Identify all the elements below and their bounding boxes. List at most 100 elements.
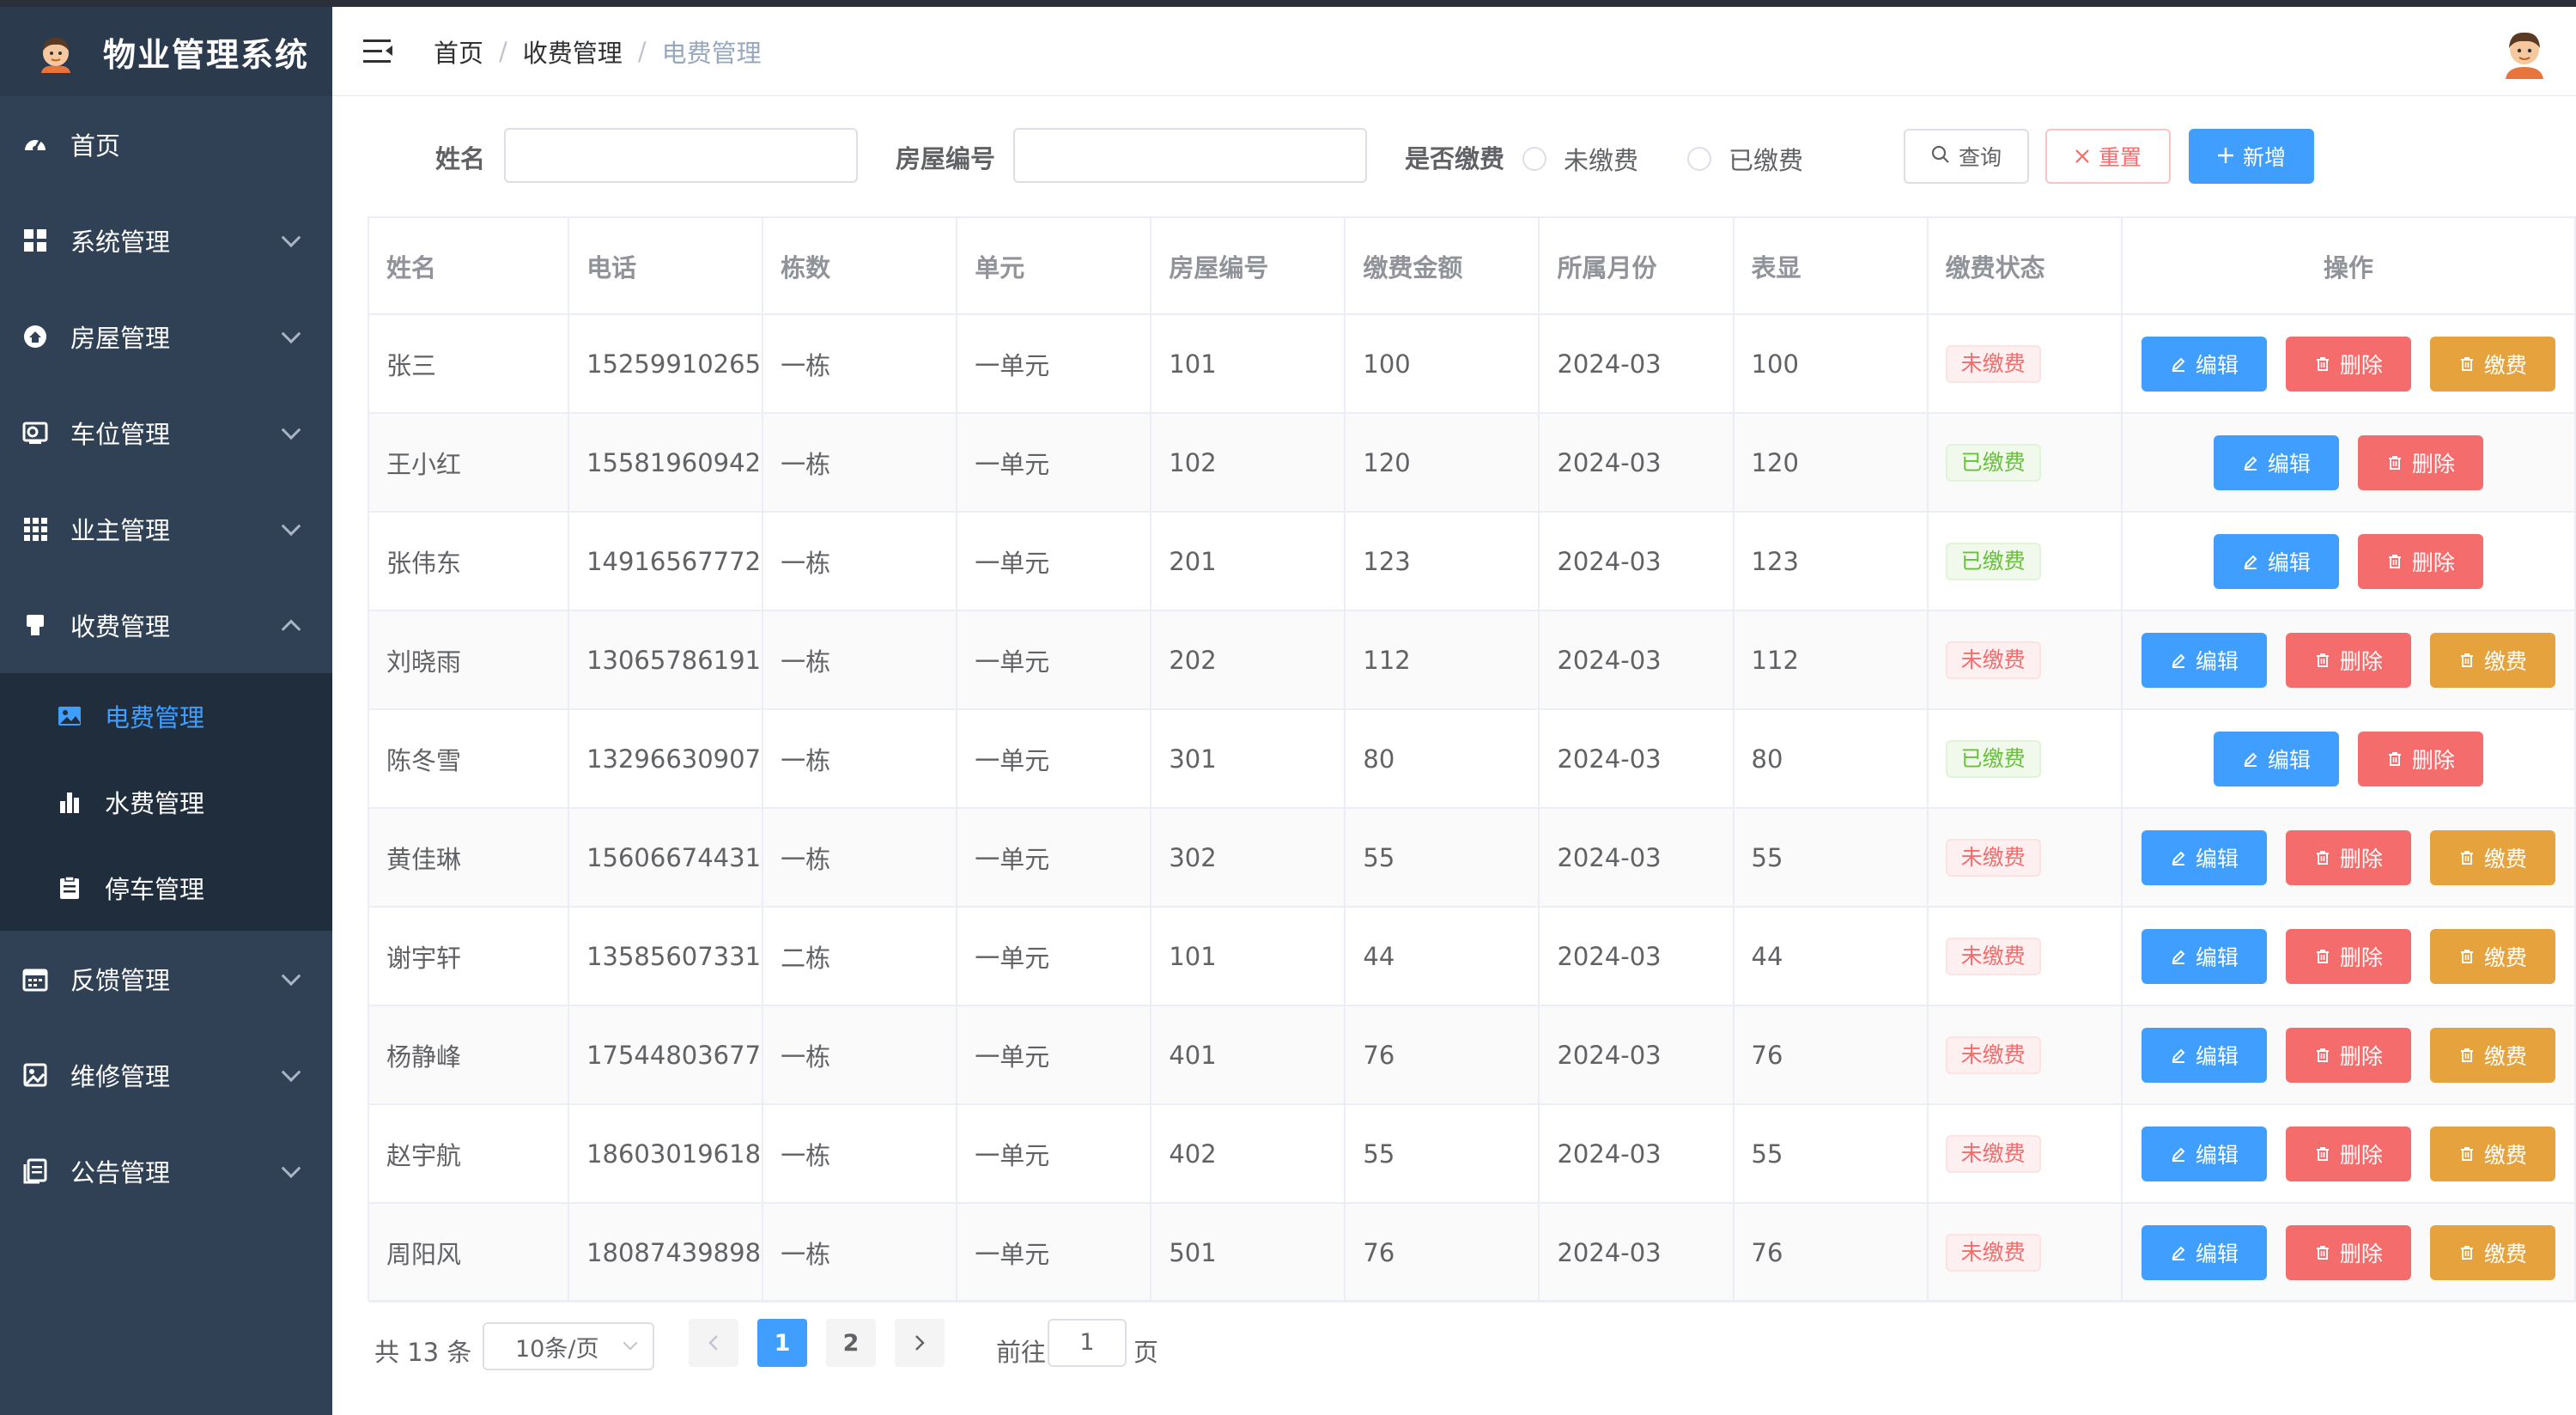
- pay-button-label: 缴费: [2483, 352, 2527, 378]
- pagination: 共 13 条 10条/页 1 2 前往 1 页: [368, 1300, 2576, 1415]
- breadcrumb-current: 电费管理: [661, 38, 762, 68]
- cell-status: 未缴费: [1927, 808, 2123, 908]
- house-input[interactable]: [1013, 128, 1367, 183]
- cell-actions: 编辑 删除: [2121, 512, 2576, 611]
- sidebar-item-repair[interactable]: 维修管理: [0, 1027, 332, 1123]
- pay-button[interactable]: 缴费: [2429, 1126, 2555, 1181]
- sidebar-item-label: 收费管理: [70, 612, 171, 641]
- edit-button-label: 编辑: [2267, 550, 2311, 575]
- table-row: 杨静峰 17544803677 一栋 一单元 401 76 2024-03 76 未缴费 编辑 删除…: [369, 1005, 2576, 1105]
- radio-paid[interactable]: 已缴费: [1687, 141, 1803, 177]
- sidebar-item-feedback[interactable]: 反馈管理: [0, 931, 332, 1027]
- pay-button[interactable]: 缴费: [2429, 928, 2555, 984]
- cell-unit: 一单元: [957, 512, 1152, 611]
- prev-page-button[interactable]: [689, 1319, 738, 1367]
- sidebar-item-home[interactable]: 首页: [0, 96, 332, 192]
- delete-button[interactable]: 删除: [2285, 829, 2411, 885]
- cell-name: 杨静峰: [369, 1005, 570, 1105]
- cell-meter: 100: [1733, 314, 1929, 414]
- sidebar-item-owner[interactable]: 业主管理: [0, 481, 332, 577]
- sidebar-item-parking[interactable]: 车位管理: [0, 385, 332, 481]
- edit-button[interactable]: 编辑: [2141, 1224, 2267, 1280]
- delete-button[interactable]: 删除: [2285, 1126, 2411, 1181]
- edit-icon: [2170, 948, 2187, 965]
- pay-button[interactable]: 缴费: [2429, 1224, 2555, 1280]
- sidebar-item-notice[interactable]: 公告管理: [0, 1123, 332, 1219]
- name-label: 姓名: [435, 144, 486, 173]
- edit-button[interactable]: 编辑: [2213, 434, 2339, 490]
- delete-button[interactable]: 删除: [2357, 731, 2483, 786]
- edit-button[interactable]: 编辑: [2141, 1027, 2267, 1083]
- page-button-2[interactable]: 2: [826, 1319, 876, 1367]
- delete-button[interactable]: 删除: [2285, 632, 2411, 688]
- page-size-select[interactable]: 10条/页: [483, 1322, 654, 1370]
- page-suffix: 页: [1133, 1338, 1159, 1367]
- pay-button[interactable]: 缴费: [2429, 829, 2555, 885]
- goto-page-input[interactable]: 1: [1048, 1319, 1127, 1367]
- edit-button[interactable]: 编辑: [2213, 533, 2339, 589]
- delete-button[interactable]: 删除: [2357, 533, 2483, 589]
- sidebar-item-label: 维修管理: [70, 1062, 171, 1091]
- breadcrumb-section[interactable]: 收费管理: [523, 33, 623, 70]
- breadcrumb-home[interactable]: 首页: [434, 33, 483, 70]
- cell-unit: 一单元: [957, 610, 1152, 710]
- chevron-down-icon: [281, 228, 301, 248]
- page-size-value: 10条/页: [515, 1335, 599, 1363]
- sidebar-item-house[interactable]: 房屋管理: [0, 288, 332, 385]
- menu-toggle-icon[interactable]: [363, 39, 394, 64]
- delete-button[interactable]: 删除: [2285, 1027, 2411, 1083]
- edit-button[interactable]: 编辑: [2213, 731, 2339, 786]
- cell-month: 2024-03: [1539, 314, 1735, 414]
- sidebar-item-billing[interactable]: 收费管理: [0, 577, 332, 673]
- cell-actions: 编辑 删除 缴费: [2121, 314, 2576, 414]
- delete-button[interactable]: 删除: [2357, 434, 2483, 490]
- edit-button[interactable]: 编辑: [2141, 632, 2267, 688]
- cell-meter: 55: [1733, 808, 1929, 908]
- cell-unit: 一单元: [957, 314, 1152, 414]
- pay-button[interactable]: 缴费: [2429, 336, 2555, 392]
- delete-button[interactable]: 删除: [2285, 928, 2411, 984]
- sidebar-item-electricity[interactable]: 电费管理: [0, 673, 332, 759]
- name-input[interactable]: [504, 128, 858, 183]
- sidebar-item-label: 停车管理: [105, 875, 205, 904]
- cell-amount: 55: [1345, 1104, 1540, 1204]
- cell-name: 张伟东: [369, 512, 570, 611]
- column-header: 表显: [1733, 218, 1929, 315]
- column-header: 栋数: [762, 218, 958, 315]
- cell-status: 已缴费: [1927, 413, 2123, 513]
- delete-button-label: 删除: [2339, 944, 2383, 970]
- cell-building: 一栋: [762, 1104, 958, 1204]
- next-page-button[interactable]: [895, 1319, 945, 1367]
- edit-button[interactable]: 编辑: [2141, 928, 2267, 984]
- cell-name: 张三: [369, 314, 570, 414]
- user-avatar-icon[interactable]: [2497, 24, 2552, 79]
- pay-button[interactable]: 缴费: [2429, 1027, 2555, 1083]
- page-button-1[interactable]: 1: [757, 1319, 807, 1367]
- edit-button[interactable]: 编辑: [2141, 1126, 2267, 1181]
- radio-unpaid[interactable]: 未缴费: [1522, 141, 1638, 177]
- picture-icon: [21, 1060, 50, 1090]
- pay-button[interactable]: 缴费: [2429, 632, 2555, 688]
- cell-name: 刘晓雨: [369, 610, 570, 710]
- add-button[interactable]: 新增: [2189, 129, 2314, 184]
- edit-button[interactable]: 编辑: [2141, 336, 2267, 392]
- sidebar-item-parking-fee[interactable]: 停车管理: [0, 845, 332, 931]
- delete-button-label: 删除: [2339, 1142, 2383, 1168]
- reset-button[interactable]: 重置: [2045, 129, 2171, 184]
- cell-phone: 13585607331: [568, 907, 764, 1006]
- brand[interactable]: 物业管理系统: [0, 7, 332, 96]
- pay-button-label: 缴费: [2483, 1241, 2527, 1266]
- radio-circle[interactable]: [1687, 147, 1711, 171]
- sidebar-item-system[interactable]: 系统管理: [0, 192, 332, 288]
- cell-amount: 123: [1345, 512, 1540, 611]
- delete-button-label: 删除: [2339, 1043, 2383, 1069]
- edit-button[interactable]: 编辑: [2141, 829, 2267, 885]
- delete-button[interactable]: 删除: [2285, 336, 2411, 392]
- query-button[interactable]: 查询: [1904, 129, 2029, 184]
- sidebar-item-water[interactable]: 水费管理: [0, 759, 332, 845]
- delete-button[interactable]: 删除: [2285, 1224, 2411, 1280]
- radio-circle[interactable]: [1522, 147, 1546, 171]
- cell-amount: 76: [1345, 1203, 1540, 1303]
- edit-icon: [2170, 1145, 2187, 1163]
- delete-button-label: 删除: [2411, 747, 2455, 773]
